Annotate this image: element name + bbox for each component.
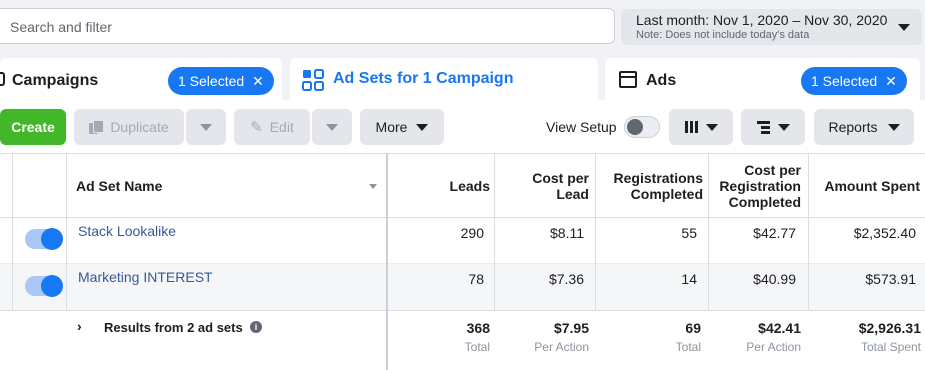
frozen-col-divider (386, 153, 388, 370)
header-border (0, 217, 925, 218)
sort-icon[interactable] (369, 184, 377, 189)
col-header-cpl[interactable]: Cost per Lead (496, 170, 589, 202)
edit-dropdown[interactable] (312, 109, 352, 145)
duplicate-button[interactable]: Duplicate (74, 109, 184, 145)
cell-cpl: $7.36 (548, 271, 584, 287)
col-header-leads[interactable]: Leads (394, 178, 490, 194)
view-setup-toggle[interactable] (624, 116, 660, 138)
breakdown-button[interactable] (741, 109, 805, 145)
col-divider (708, 153, 709, 310)
total-spent: $2,926.31 (858, 320, 921, 336)
chevron-down-icon (777, 123, 790, 131)
cell-cpl: $8.11 (550, 225, 584, 241)
total-cpl-sub: Per Action (534, 340, 589, 354)
view-setup-label: View Setup (546, 119, 617, 135)
col-divider (66, 153, 67, 310)
ads-selected-badge[interactable]: 1 Selected ✕ (801, 67, 907, 95)
total-cpr-sub: Per Action (746, 340, 801, 354)
cell-spent: $573.91 (865, 271, 916, 287)
search-input[interactable]: Search and filter (0, 8, 615, 44)
chevron-down-icon (326, 123, 338, 131)
reports-button[interactable]: Reports (814, 109, 914, 145)
cell-spent: $2,352.40 (853, 225, 916, 241)
pencil-icon: ✎ (250, 119, 263, 136)
row-divider (0, 263, 925, 264)
info-icon[interactable]: i (250, 321, 262, 333)
toggle-knob (627, 119, 643, 135)
more-button[interactable]: More (360, 109, 444, 145)
tab-campaigns[interactable]: Campaigns 1 Selected ✕ (0, 58, 282, 100)
tab-campaigns-label: Campaigns (12, 72, 99, 89)
col-header-spent[interactable]: Amount Spent (810, 178, 920, 194)
chevron-down-icon (705, 123, 718, 131)
adset-toggle[interactable] (25, 275, 63, 297)
grid-icon (302, 69, 324, 91)
cell-registrations: 55 (681, 225, 697, 241)
col-header-cpr[interactable]: Cost per Registration Completed (710, 162, 801, 210)
campaigns-selected-badge[interactable]: 1 Selected ✕ (168, 67, 274, 95)
total-cpr: $42.41 (758, 320, 801, 336)
duplicate-icon (89, 120, 105, 134)
breakdown-icon (756, 120, 770, 134)
tab-ads[interactable]: Ads 1 Selected ✕ (605, 58, 920, 100)
ad-icon (619, 71, 637, 88)
col-divider (12, 153, 13, 310)
date-range-note: Note: Does not include today's data (636, 29, 810, 41)
create-button[interactable]: Create (0, 109, 66, 145)
totals-label: Results from 2 ad sets (104, 320, 243, 335)
adset-name-link[interactable]: Marketing INTEREST (78, 269, 213, 285)
tab-adsets-label: Ad Sets for 1 Campaign (333, 70, 514, 87)
chevron-down-icon (416, 123, 429, 131)
adset-toggle[interactable] (25, 228, 63, 250)
col-header-name[interactable]: Ad Set Name (76, 178, 162, 194)
col-divider (494, 153, 495, 310)
total-spent-sub: Total Spent (860, 340, 921, 354)
totals-border (0, 310, 925, 311)
close-icon[interactable]: ✕ (885, 74, 897, 88)
total-registrations-sub: Total (675, 340, 701, 354)
expand-chevron-icon[interactable]: › (77, 318, 82, 334)
adset-name-link[interactable]: Stack Lookalike (78, 223, 176, 239)
edit-button[interactable]: ✎ Edit (234, 109, 310, 145)
cell-leads: 78 (468, 271, 484, 287)
total-leads-sub: Total (464, 340, 490, 354)
col-divider (595, 153, 596, 310)
chevron-down-icon (898, 24, 910, 31)
chevron-down-icon (200, 123, 212, 131)
toggle-knob (41, 228, 63, 250)
campaign-icon (0, 72, 5, 86)
chevron-down-icon (887, 123, 900, 131)
col-divider (808, 153, 809, 310)
columns-button[interactable] (669, 109, 733, 145)
cell-cpr: $42.77 (753, 225, 796, 241)
close-icon[interactable]: ✕ (252, 74, 264, 88)
total-cpl: $7.95 (553, 320, 589, 336)
date-range-label: Last month: Nov 1, 2020 – Nov 30, 2020 (636, 12, 888, 28)
columns-icon (684, 121, 698, 133)
table-top-border (0, 153, 925, 154)
duplicate-dropdown[interactable] (186, 109, 226, 145)
total-registrations: 69 (685, 320, 701, 336)
toggle-knob (41, 275, 63, 297)
tab-ads-label: Ads (646, 72, 677, 89)
date-range-picker[interactable]: Last month: Nov 1, 2020 – Nov 30, 2020 N… (621, 9, 922, 45)
cell-cpr: $40.99 (753, 271, 796, 287)
cell-registrations: 14 (681, 271, 697, 287)
tab-adsets[interactable]: Ad Sets for 1 Campaign (290, 58, 598, 106)
total-leads: 368 (466, 320, 490, 336)
cell-leads: 290 (460, 225, 484, 241)
col-header-registrations[interactable]: Registrations Completed (597, 170, 703, 202)
